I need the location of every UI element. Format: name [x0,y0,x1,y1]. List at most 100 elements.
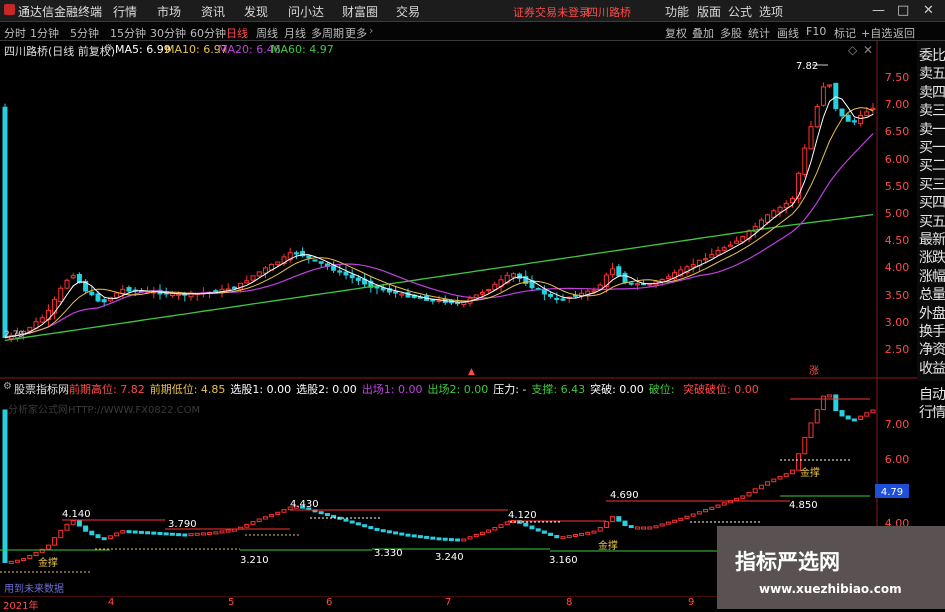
maximize-button[interactable]: □ [897,3,909,18]
adjust-button[interactable]: 复权 [665,25,687,41]
indicator-bar [610,516,616,523]
indicator-bar [690,513,696,517]
side-menu-item[interactable]: 买二 [919,155,945,175]
indicator-bar [628,525,634,529]
side-menu-item[interactable]: 总量 [919,284,945,304]
menu-discover[interactable]: 发现 [244,3,268,20]
indicator-field: 出场1: 0.00 [361,383,423,396]
indicator-bar [275,511,281,516]
side-menu-item[interactable]: 换手 [919,321,945,341]
candle-body [634,283,640,286]
indicator-bar [362,524,368,528]
candle-body [845,114,851,122]
stats-button[interactable]: 统计 [748,25,770,41]
settings-icon[interactable]: ⚙ [3,381,12,392]
overlay-button[interactable]: 叠加 [692,25,714,41]
side-menu-item[interactable]: 买一 [919,137,945,157]
side-menu-item[interactable]: 委比 [919,45,945,65]
menu-quotes[interactable]: 行情 [113,3,137,20]
period-weekly[interactable]: 周线 [256,25,278,41]
period-1min[interactable]: 1分钟 [30,25,59,41]
period-5min[interactable]: 5分钟 [70,25,99,41]
back-button[interactable]: 返回 [893,25,915,41]
multi-stock-button[interactable]: 多股 [720,25,742,41]
menu-function[interactable]: 功能 [665,3,689,20]
side-menu-item[interactable]: 卖一 [919,119,945,139]
app-title: 通达信金融终端 [18,5,103,19]
indicator-bar [839,410,845,417]
indicator-bar [132,530,138,534]
app-logo-icon [4,4,15,15]
indicator-bar [324,513,330,517]
candle-body [256,271,262,277]
level-label: 4.850 [789,500,818,511]
indicator-bar [746,491,752,497]
chevron-right-icon[interactable]: › [369,24,373,37]
auto-button[interactable]: 自动 [919,384,945,404]
candle-body [126,287,132,292]
indicator-bar [554,534,560,539]
side-menu-item[interactable]: 卖五 [919,63,945,83]
side-menu-item[interactable]: 涨幅 [919,266,945,286]
candle-body [808,126,814,150]
indicator-bar [163,532,169,536]
price-tick: 2.50 [885,343,910,356]
menu-assistant[interactable]: 问小达 [288,3,324,20]
menu-layout[interactable]: 版面 [697,3,721,20]
menu-wealth[interactable]: 财富圈 [342,3,378,20]
bottom-marker: 涨 [809,365,819,377]
f10-button[interactable]: F10 [806,25,826,38]
close-icon[interactable]: ✕ [863,43,873,57]
candle-body [783,202,789,209]
indicator-bar [709,506,715,511]
side-menu-item[interactable]: 买五 [919,211,945,231]
indicator-bar [684,515,690,519]
menu-news[interactable]: 资讯 [201,3,225,20]
period-monthly[interactable]: 月线 [284,25,306,41]
side-menu-item[interactable]: 外盘 [919,303,945,323]
mark-button[interactable]: 标记 [834,25,856,41]
indicator-bar [368,526,374,530]
menu-options[interactable]: 选项 [759,3,783,20]
level-label: 4.140 [62,509,91,520]
side-menu-item[interactable]: 收益 [919,358,945,378]
side-menu-item[interactable]: 卖三 [919,100,945,120]
side-menu-item[interactable]: 最新 [919,229,945,249]
period-15min[interactable]: 15分钟 [110,25,146,41]
period-intraday[interactable]: 分时 [4,25,26,41]
candle-body [101,299,107,303]
diamond-icon[interactable]: ◇ [848,43,857,57]
indicator-bar [777,475,783,480]
indicator-bar [734,497,740,502]
period-30min[interactable]: 30分钟 [150,25,186,41]
indicator-bar [442,537,448,541]
candle-body [343,271,349,276]
period-60min[interactable]: 60分钟 [190,25,226,41]
side-menu-item[interactable]: 卖四 [919,82,945,102]
indicator-bar [157,532,163,536]
stock-tag[interactable]: 四川路桥 [587,4,631,20]
quotes-button[interactable]: 行情 [919,402,945,422]
indicator-bar [436,537,442,541]
add-watchlist-button[interactable]: +自选 [861,25,892,41]
indicator-field: 破位: [648,383,678,396]
login-status[interactable]: 证券交易未登录 [513,4,590,20]
menu-market[interactable]: 市场 [157,3,181,20]
minimize-button[interactable]: — [872,3,885,18]
period-daily[interactable]: 日线 [226,25,248,41]
candle-body [27,326,33,332]
side-menu-item[interactable]: 买四 [919,192,945,212]
side-menu-item[interactable]: 买三 [919,174,945,194]
period-more[interactable]: 更多 [345,25,367,41]
period-multi[interactable]: 多周期 [311,25,344,41]
candle-body [455,301,461,305]
draw-line-button[interactable]: 画线 [777,25,799,41]
side-menu-item[interactable]: 净资 [919,339,945,359]
indicator-bar [101,537,107,541]
settings-icon[interactable]: ⚙ [104,43,113,54]
candlestick-chart[interactable]: 7.50 7.00 6.50 6.00 5.50 5.00 4.50 4.00 … [0,41,917,379]
close-button[interactable]: ✕ [923,3,934,18]
side-menu-item[interactable]: 涨跌 [919,247,945,267]
menu-trade[interactable]: 交易 [396,3,420,20]
menu-formula[interactable]: 公式 [728,3,752,20]
